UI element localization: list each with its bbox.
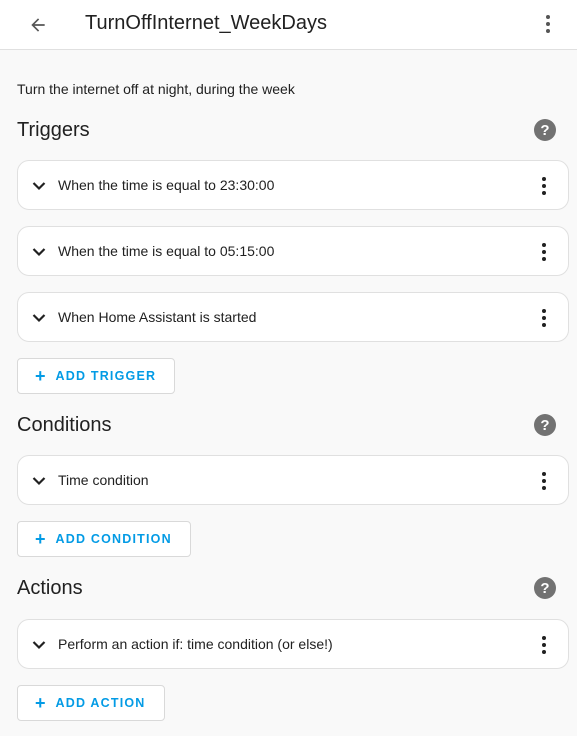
trigger-row[interactable]: When Home Assistant is started — [17, 292, 569, 342]
dots-vertical-icon — [542, 243, 546, 261]
add-trigger-label: ADD TRIGGER — [55, 369, 157, 383]
arrow-left-icon — [31, 18, 45, 32]
dots-vertical-icon — [542, 636, 546, 654]
add-trigger-button[interactable]: + ADD TRIGGER — [17, 358, 176, 394]
add-action-label: ADD ACTION — [55, 696, 146, 710]
trigger-menu-button[interactable] — [532, 173, 556, 199]
chevron-down-icon[interactable] — [30, 309, 48, 327]
trigger-label: When the time is equal to 23:30:00 — [58, 177, 275, 193]
conditions-heading: Conditions — [17, 414, 112, 436]
overflow-menu-button[interactable] — [536, 11, 560, 37]
plus-icon: + — [35, 693, 46, 713]
condition-menu-button[interactable] — [532, 468, 556, 494]
chevron-down-icon[interactable] — [30, 243, 48, 261]
trigger-menu-button[interactable] — [532, 239, 556, 265]
add-action-button[interactable]: + ADD ACTION — [17, 685, 165, 721]
condition-row[interactable]: Time condition — [17, 455, 569, 505]
condition-label: Time condition — [58, 472, 149, 488]
trigger-row[interactable]: When the time is equal to 05:15:00 — [17, 226, 569, 276]
dots-vertical-icon — [542, 177, 546, 195]
chevron-down-icon[interactable] — [30, 636, 48, 654]
plus-icon: + — [35, 366, 46, 386]
triggers-heading: Triggers — [17, 119, 90, 141]
dots-vertical-icon — [546, 15, 550, 33]
conditions-help-icon[interactable]: ? — [534, 414, 556, 436]
actions-heading: Actions — [17, 577, 83, 599]
dots-vertical-icon — [542, 309, 546, 327]
trigger-label: When Home Assistant is started — [58, 309, 257, 325]
back-button[interactable] — [24, 11, 52, 39]
top-app-bar: TurnOffInternet_WeekDays — [0, 0, 577, 50]
automation-description: Turn the internet off at night, during t… — [17, 81, 295, 97]
action-row[interactable]: Perform an action if: time condition (or… — [17, 619, 569, 669]
add-condition-button[interactable]: + ADD CONDITION — [17, 521, 191, 557]
trigger-row[interactable]: When the time is equal to 23:30:00 — [17, 160, 569, 210]
trigger-menu-button[interactable] — [532, 305, 556, 331]
chevron-down-icon[interactable] — [30, 472, 48, 490]
page-title: TurnOffInternet_WeekDays — [85, 12, 327, 34]
trigger-label: When the time is equal to 05:15:00 — [58, 243, 275, 259]
action-menu-button[interactable] — [532, 632, 556, 658]
actions-help-icon[interactable]: ? — [534, 577, 556, 599]
plus-icon: + — [35, 529, 46, 549]
triggers-help-icon[interactable]: ? — [534, 119, 556, 141]
chevron-down-icon[interactable] — [30, 177, 48, 195]
add-condition-label: ADD CONDITION — [55, 532, 172, 546]
dots-vertical-icon — [542, 472, 546, 490]
action-label: Perform an action if: time condition (or… — [58, 636, 333, 652]
